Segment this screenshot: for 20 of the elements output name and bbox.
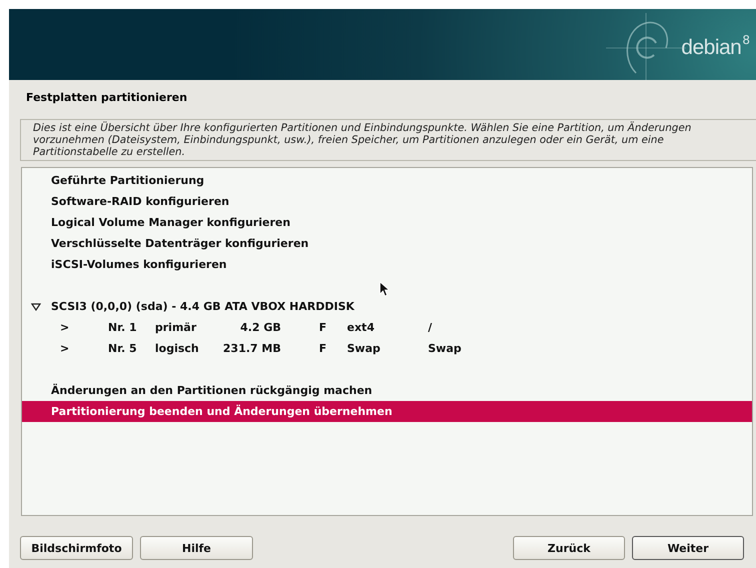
expanded-triangle-icon[interactable] xyxy=(31,302,41,310)
menu-item[interactable]: Änderungen an den Partitionen rückgängig machen xyxy=(22,380,752,401)
menu-item[interactable]: Verschlüsselte Datenträger konfigurieren xyxy=(22,233,752,254)
dialog-button[interactable]: Zurück xyxy=(513,536,625,560)
menu-item[interactable]: Logical Volume Manager konfigurieren xyxy=(22,212,752,233)
dialog-button[interactable]: Weiter xyxy=(632,536,744,560)
menu-item[interactable]: Software-RAID konfigurieren xyxy=(22,191,752,212)
menu-item[interactable]: Geführte Partitionierung xyxy=(22,170,752,191)
version-text: 8 xyxy=(742,33,750,47)
partition-item[interactable]: > Nr. 1 primär 4.2 GB F ext4 / xyxy=(22,317,752,338)
dialog-button[interactable]: Hilfe xyxy=(140,536,253,560)
dialog-button[interactable]: Bildschirmfoto xyxy=(20,536,133,560)
partition-item[interactable]: > Nr. 5 logisch 231.7 MB F Swap Swap xyxy=(22,338,752,359)
logo-text: debian xyxy=(681,36,742,60)
page-title: Festplatten partitionieren xyxy=(25,90,188,106)
menu-item[interactable]: Partitionierung beenden und Änderungen übernehmen xyxy=(22,401,752,422)
mouse-pointer-icon xyxy=(379,281,389,297)
disk-item[interactable]: SCSI3 (0,0,0) (sda) - 4.4 GB ATA VBOX HARDDISK xyxy=(22,296,752,317)
description-text: Dies ist eine Übersicht über Ihre konfigurierten Partitionen und Einbindungspunkte. Wählen Sie eine Partition, um Änderungen vorzunehmen (Dateisystem, Einbindungspunkt, usw.), freien Speicher, um Partitionen anzulegen oder ein Gerät, um eine Partitionstabelle zu erstellen. xyxy=(20,119,756,161)
menu-item[interactable]: iSCSI-Volumes konfigurieren xyxy=(22,254,752,275)
